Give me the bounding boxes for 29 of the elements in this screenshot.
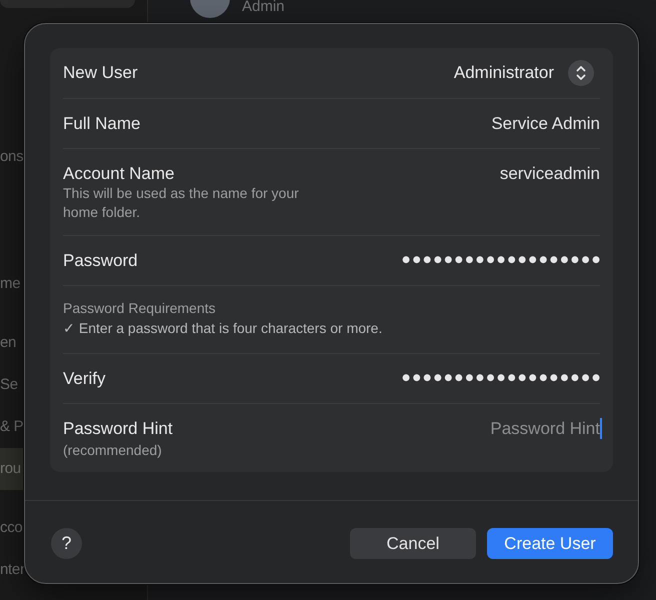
chevron-up-down-icon [568, 60, 594, 86]
sidebar-item[interactable]: rou [0, 448, 23, 490]
cancel-button[interactable]: Cancel [350, 528, 476, 559]
text-field[interactable]: Service Admin [491, 113, 600, 134]
account-type-dropdown[interactable]: Administrator [454, 60, 594, 86]
sidebar-item[interactable]: Se [0, 364, 23, 406]
account-subtitle: Admin [242, 0, 285, 15]
requirements-title: Password Requirements [63, 299, 216, 318]
sidebar-item[interactable]: me [0, 263, 23, 305]
create-button[interactable]: Create User [487, 528, 613, 559]
text-field[interactable]: serviceadmin [500, 163, 600, 184]
field-description: This will be used as the name for your home folder. [63, 184, 300, 222]
sidebar-item[interactable]: & P [0, 406, 24, 448]
field-label: New User [63, 62, 138, 84]
field-label: Verify [63, 368, 106, 389]
field-label: Full Name [63, 113, 140, 134]
sidebar-item[interactable]: cco [0, 507, 23, 549]
field-label: Account Name [63, 163, 176, 184]
requirement-text: ✓ Enter a password that is four characters or more. [63, 319, 382, 338]
sidebar-item[interactable]: nter [0, 549, 25, 591]
field-label: Password [63, 250, 138, 271]
help-button[interactable]: ? [51, 528, 82, 559]
sidebar-item[interactable]: ons [0, 136, 24, 178]
field-label: Password Hint [63, 418, 173, 439]
field-note: (recommended) [63, 441, 163, 460]
text-field[interactable]: Password Hint [490, 418, 602, 439]
password-field[interactable]: ●●●●●●●●●●●●●●●●●●● [402, 368, 603, 389]
sidebar-item[interactable]: en [0, 322, 23, 364]
password-field[interactable]: ●●●●●●●●●●●●●●●●●●● [402, 250, 603, 271]
